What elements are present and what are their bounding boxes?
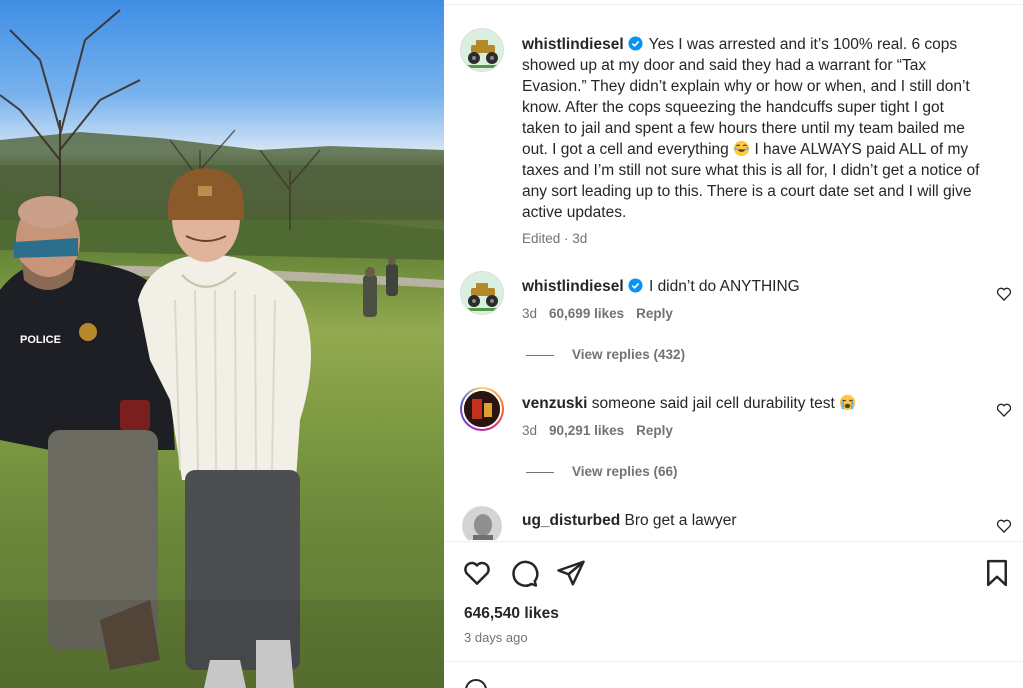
caption-line: showed up at my door and said they had a… [522, 57, 927, 74]
comment-author-link[interactable]: whistlindiesel [522, 278, 624, 295]
author-avatar[interactable] [460, 28, 504, 72]
view-replies-label: View replies (66) [572, 464, 678, 479]
avatar-photo [463, 507, 501, 540]
action-bar [444, 552, 1023, 592]
comment-like-heart-icon[interactable] [996, 286, 1012, 302]
caption-line: Evasion.” They didn’t explain why or how… [522, 78, 970, 95]
replies-dash [526, 471, 554, 473]
police-patch: POLICE [20, 334, 61, 346]
post-photo[interactable]: POLICE [0, 0, 444, 688]
post-photo-illustration: POLICE [0, 9, 444, 688]
comment-age: 3d [522, 423, 538, 438]
bookmark-icon[interactable] [982, 558, 1012, 588]
avatar-photo [464, 391, 500, 427]
caption-author-link[interactable]: whistlindiesel [522, 36, 624, 53]
comment-text: venzuski someone said jail cell durabili… [522, 393, 972, 414]
verified-badge-icon [628, 36, 643, 51]
share-icon[interactable] [556, 558, 586, 588]
crying-emoji-icon [839, 394, 856, 411]
comment-meta: 3d 60,699 likes Reply [522, 306, 673, 321]
comment-icon[interactable] [509, 558, 539, 588]
comment-input-divider [444, 661, 1023, 662]
comment-like-heart-icon[interactable] [996, 402, 1012, 418]
caption-line: out. I got a cell and everything [522, 141, 729, 158]
comment-text: whistlindiesel I didn’t do ANYTHING [522, 276, 972, 297]
comment-likes[interactable]: 60,699 likes [549, 306, 624, 321]
caption-line: taxes and I’m still not sure what this i… [522, 162, 980, 179]
edited-label: Edited · 3d [522, 231, 588, 246]
caption-line: Yes I was arrested and it’s 100% real. 6… [648, 36, 958, 53]
post-detail-panel: whistlindiesel Yes I was arrested and it… [444, 0, 1023, 688]
comment-avatar[interactable] [460, 387, 504, 431]
comment-text: ug_disturbed Bro get a lawyer [522, 510, 972, 531]
caption-line: know. After the cops squeezing the handc… [522, 99, 944, 116]
comment-body: I didn’t do ANYTHING [648, 278, 800, 295]
comment-avatar[interactable] [460, 271, 504, 315]
avatar-image [462, 389, 502, 429]
comment-author-link[interactable]: venzuski [522, 395, 587, 412]
view-replies-button[interactable]: View replies (66) [526, 464, 678, 479]
caption-line: any sort leading up to this. There is a … [522, 183, 972, 200]
caption-line: taken to jail and spent a few hours ther… [522, 120, 965, 137]
post-caption: whistlindiesel Yes I was arrested and it… [522, 34, 1014, 223]
comment-like-heart-icon[interactable] [996, 518, 1012, 534]
reply-button[interactable]: Reply [636, 306, 673, 321]
comment-avatar[interactable] [462, 506, 502, 540]
caption-line: I have ALWAYS paid ALL of my [754, 141, 969, 158]
actions-divider [444, 541, 1023, 542]
reply-button[interactable]: Reply [636, 423, 673, 438]
comment-author-link[interactable]: ug_disturbed [522, 512, 620, 529]
comment-likes[interactable]: 90,291 likes [549, 423, 624, 438]
emoji-picker-icon[interactable] [464, 678, 488, 688]
view-replies-button[interactable]: View replies (432) [526, 347, 685, 362]
likes-count[interactable]: 646,540 likes [464, 605, 559, 623]
monster-truck-avatar-icon [461, 272, 503, 314]
comments-scroll[interactable]: whistlindiesel Yes I was arrested and it… [444, 6, 1023, 540]
verified-badge-icon [628, 278, 643, 293]
view-replies-label: View replies (432) [572, 347, 686, 362]
monster-truck-avatar-icon [461, 29, 503, 71]
comment-body: Bro get a lawyer [624, 512, 737, 529]
comment-meta: 3d 90,291 likes Reply [522, 423, 673, 438]
caption-meta: Edited · 3d [522, 231, 587, 246]
caption-line: active updates. [522, 204, 627, 221]
laughing-emoji-icon [733, 140, 750, 157]
post-timestamp[interactable]: 3 days ago [464, 630, 528, 645]
top-divider [444, 4, 1023, 5]
comment-body: someone said jail cell durability test [591, 395, 835, 412]
replies-dash [526, 354, 554, 356]
comment-age: 3d [522, 306, 538, 321]
heart-icon[interactable] [462, 558, 492, 588]
